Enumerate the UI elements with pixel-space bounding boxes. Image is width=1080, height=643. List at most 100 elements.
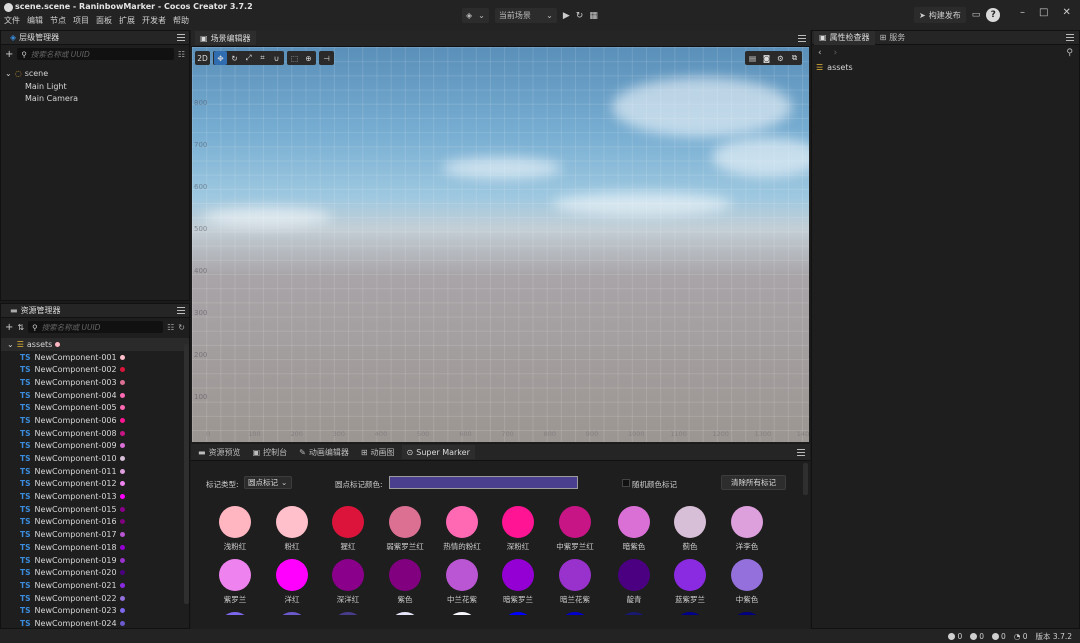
tab-asset-preview[interactable]: ▬ 资源预览 <box>193 445 246 459</box>
asset-item[interactable]: TS NewComponent-015 <box>20 503 189 516</box>
folder-icon[interactable]: ▭ <box>972 10 981 20</box>
color-swatch[interactable] <box>219 506 251 538</box>
notify-count[interactable]: ◔ 0 <box>1014 632 1028 641</box>
color-swatch[interactable] <box>559 506 591 538</box>
tab-inspector[interactable]: ▣ 属性检查器 <box>814 30 875 45</box>
color-swatch[interactable] <box>618 559 650 591</box>
asset-item[interactable]: TS NewComponent-013 <box>20 490 189 503</box>
scene-viewport[interactable]: 800 700 600 500 400 300 200 100 0 100 200 300 400 50… <box>192 47 809 442</box>
color-swatch[interactable] <box>674 506 706 538</box>
refresh-icon[interactable]: ↻ <box>178 323 185 332</box>
menu-item[interactable]: 面板 <box>96 15 112 26</box>
settings-icon[interactable]: ⚙ <box>774 51 787 65</box>
hierarchy-search-input[interactable]: ⚲ 搜索名称或 UUID <box>17 48 174 60</box>
asset-item[interactable]: TS NewComponent-001 <box>20 351 189 364</box>
scrollbar[interactable] <box>184 344 189 604</box>
tree-node-main-camera[interactable]: Main Camera <box>5 92 189 105</box>
scene-select[interactable]: 当前场景 ⌄ <box>494 8 557 23</box>
clear-all-button[interactable]: 清除所有标记 <box>721 475 786 490</box>
asset-item[interactable]: TS NewComponent-021 <box>20 579 189 592</box>
qr-code-icon[interactable]: ▦ <box>589 11 598 21</box>
tab-hierarchy[interactable]: ◈ 层级管理器 <box>5 31 64 45</box>
asset-item[interactable]: TS NewComponent-022 <box>20 592 189 605</box>
asset-item[interactable]: TS NewComponent-009 <box>20 440 189 453</box>
back-icon[interactable]: ‹ <box>818 48 822 58</box>
add-icon[interactable]: + <box>5 322 13 333</box>
camera-icon[interactable]: ◙ <box>760 51 773 65</box>
tab-super-marker[interactable]: ⊙ Super Marker <box>401 445 475 459</box>
rect-tool-icon[interactable]: ⌗ <box>256 51 269 65</box>
collapse-all-icon[interactable]: ☷ <box>178 50 185 59</box>
color-swatch[interactable] <box>332 559 364 591</box>
asset-item[interactable]: TS NewComponent-002 <box>20 363 189 376</box>
pin-icon[interactable]: ⚲ <box>1066 48 1073 58</box>
forward-icon[interactable]: › <box>834 48 838 58</box>
tree-node-scene[interactable]: ⌄ ◌ scene <box>5 67 189 80</box>
tab-animation-editor[interactable]: ✎ 动画编辑器 <box>294 445 354 459</box>
asset-item[interactable]: TS NewComponent-010 <box>20 452 189 465</box>
marker-type-select[interactable]: 圆点标记 ⌄ <box>244 476 292 489</box>
asset-item[interactable]: TS NewComponent-024 <box>20 617 189 630</box>
color-swatch[interactable] <box>618 506 650 538</box>
build-publish-button[interactable]: ➤ 构建发布 <box>914 7 966 23</box>
menu-item[interactable]: 项目 <box>73 15 89 26</box>
color-swatch[interactable] <box>674 559 706 591</box>
menu-item[interactable]: 开发者 <box>142 15 166 26</box>
tab-service[interactable]: ⊞ 服务 <box>875 31 911 45</box>
asset-item[interactable]: TS NewComponent-020 <box>20 566 189 579</box>
asset-item[interactable]: TS NewComponent-023 <box>20 604 189 617</box>
assets-root[interactable]: ⌄ ☰ assets <box>1 338 189 351</box>
asset-item[interactable]: TS NewComponent-005 <box>20 401 189 414</box>
maximize-icon[interactable]: □ <box>1039 7 1048 18</box>
close-icon[interactable]: ✕ <box>1062 7 1070 18</box>
asset-item[interactable]: TS NewComponent-016 <box>20 516 189 529</box>
collapse-all-icon[interactable]: ☷ <box>167 323 174 332</box>
menu-icon[interactable] <box>177 307 185 314</box>
tab-scene-editor[interactable]: ▣ 场景编辑器 <box>195 31 256 45</box>
color-swatch[interactable] <box>502 559 534 591</box>
help-icon[interactable]: ? <box>986 8 1001 22</box>
color-swatch[interactable] <box>446 506 478 538</box>
color-swatch[interactable] <box>559 559 591 591</box>
local-global-icon[interactable]: ⊕ <box>302 51 315 65</box>
menu-item[interactable]: 编辑 <box>27 15 43 26</box>
add-icon[interactable]: + <box>5 49 13 60</box>
mode-2d-button[interactable]: 2D <box>195 51 210 65</box>
menu-icon[interactable] <box>177 34 185 41</box>
minimize-icon[interactable]: – <box>1020 7 1025 18</box>
info-count[interactable]: 0 <box>948 632 962 641</box>
asset-item[interactable]: TS NewComponent-017 <box>20 528 189 541</box>
assets-search-input[interactable]: ⚲ 搜索名称或 UUID <box>28 321 164 333</box>
scrollbar[interactable] <box>803 463 808 495</box>
color-swatch[interactable] <box>276 559 308 591</box>
tree-node-main-light[interactable]: Main Light <box>5 80 189 93</box>
menu-item[interactable]: 节点 <box>50 15 66 26</box>
menu-icon[interactable] <box>797 448 805 456</box>
move-tool-icon[interactable]: ✥ <box>214 51 227 65</box>
tab-assets[interactable]: ▬ 资源管理器 <box>5 304 66 318</box>
color-swatch[interactable] <box>731 506 763 538</box>
asset-item[interactable]: TS NewComponent-018 <box>20 541 189 554</box>
pivot-icon[interactable]: ⬚ <box>288 51 301 65</box>
menu-icon[interactable] <box>798 34 806 42</box>
refresh-icon[interactable]: ↻ <box>576 11 584 21</box>
color-swatch[interactable] <box>389 559 421 591</box>
color-swatch[interactable] <box>332 506 364 538</box>
scale-tool-icon[interactable]: ⤢ <box>242 51 255 65</box>
color-swatch[interactable] <box>276 506 308 538</box>
asset-item[interactable]: TS NewComponent-006 <box>20 414 189 427</box>
asset-item[interactable]: TS NewComponent-003 <box>20 376 189 389</box>
asset-item[interactable]: TS NewComponent-011 <box>20 465 189 478</box>
menu-icon[interactable] <box>1066 34 1074 41</box>
frame-icon[interactable]: ⧉ <box>788 51 801 65</box>
magnet-icon[interactable]: ∪ <box>270 51 283 65</box>
menu-item[interactable]: 文件 <box>4 15 20 26</box>
layout-icon[interactable]: ▤ <box>746 51 759 65</box>
sort-icon[interactable]: ⇅ <box>17 323 24 332</box>
warn-count[interactable]: 0 <box>970 632 984 641</box>
color-swatch[interactable] <box>502 506 534 538</box>
color-swatch[interactable] <box>389 506 421 538</box>
color-swatch[interactable] <box>219 559 251 591</box>
color-swatch[interactable] <box>731 559 763 591</box>
error-count[interactable]: 0 <box>992 632 1006 641</box>
